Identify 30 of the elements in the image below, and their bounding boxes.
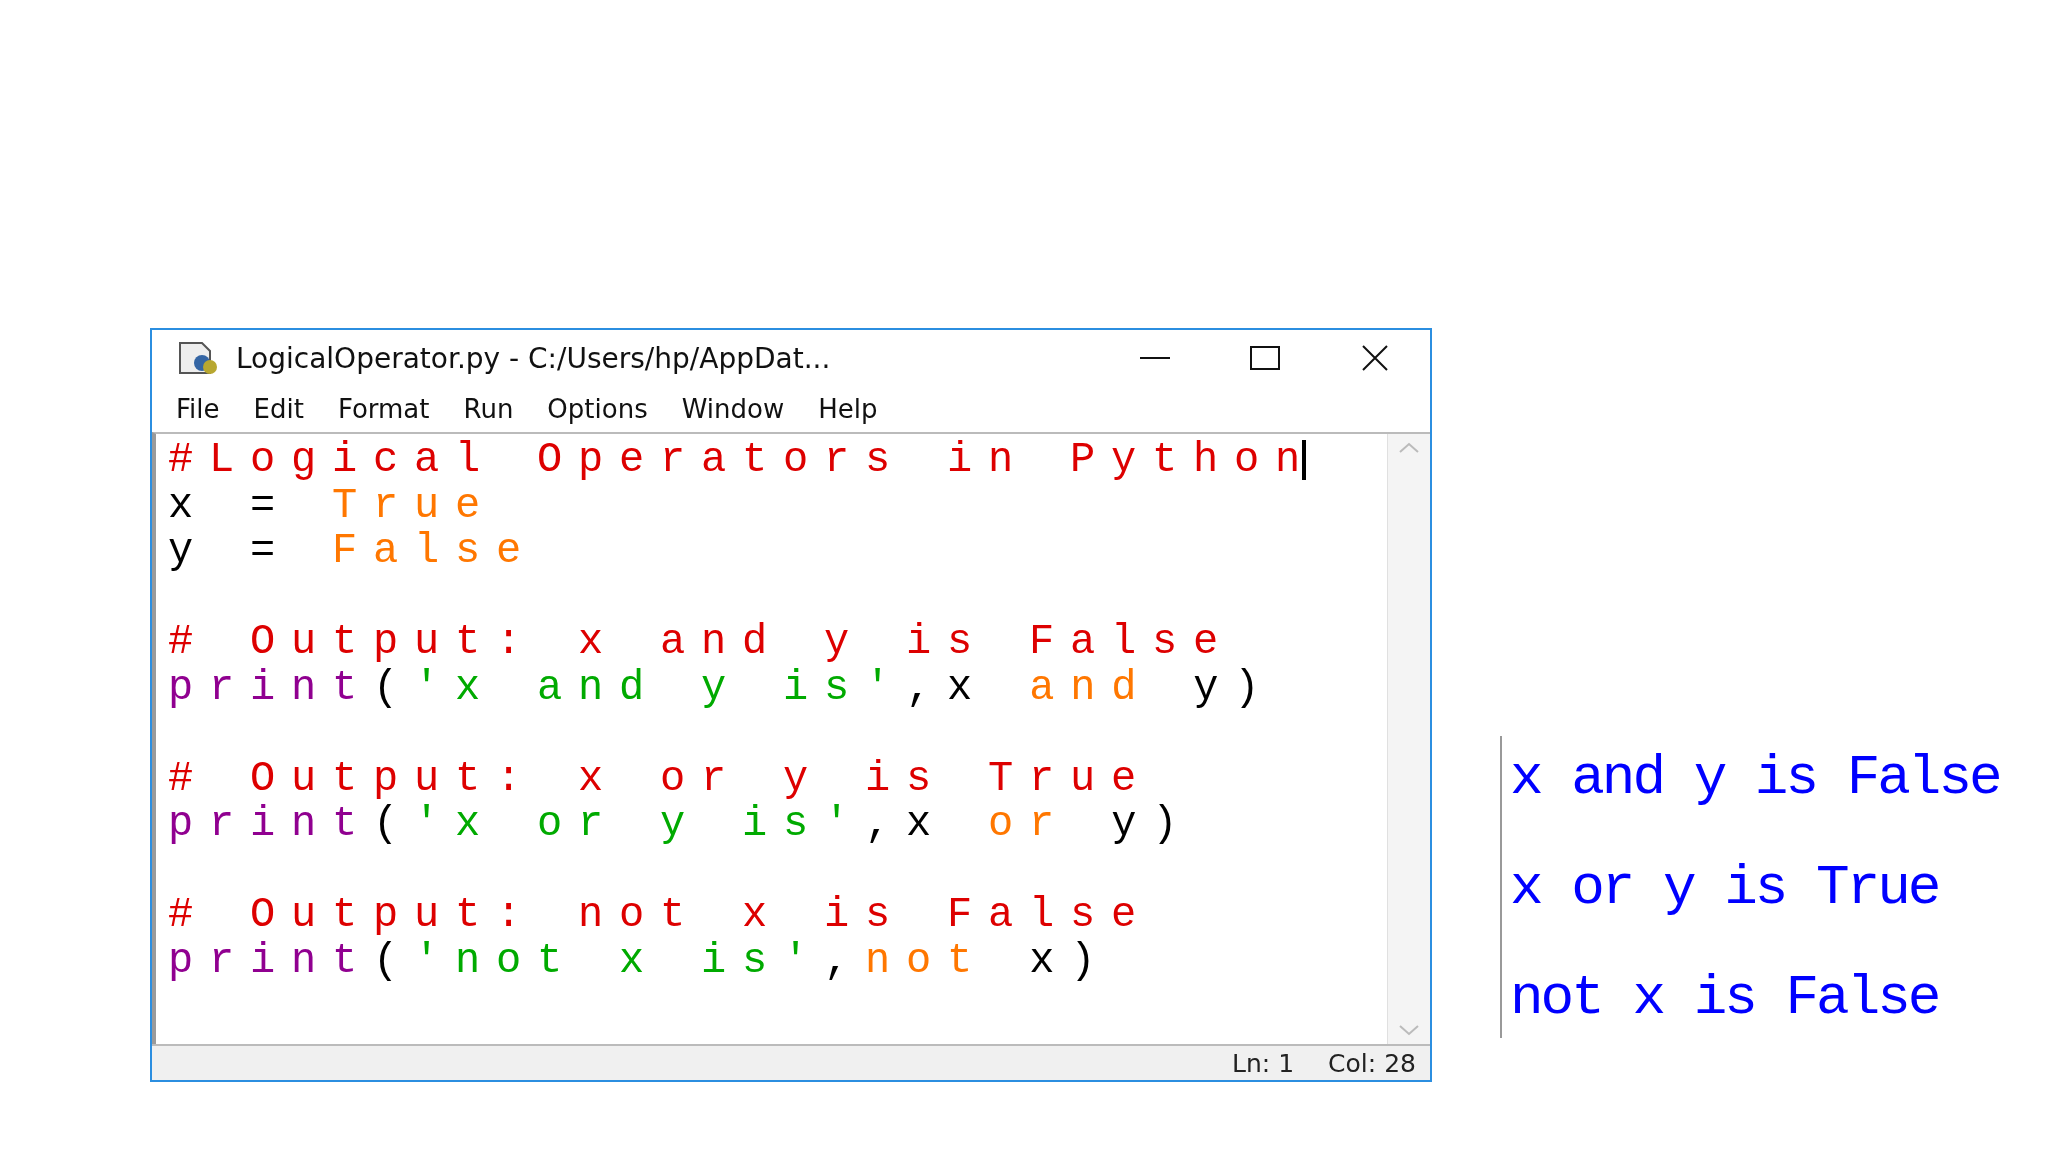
- code-line: # Output: not x is False: [168, 893, 1154, 939]
- output-line: x and y is False: [1510, 745, 2000, 812]
- scrollbar[interactable]: [1387, 434, 1430, 1044]
- python-file-icon: [176, 341, 220, 375]
- text-cursor: [1302, 439, 1307, 480]
- scroll-down-icon[interactable]: [1398, 1024, 1420, 1036]
- code-line: print('x and y is',x and y): [168, 665, 1277, 711]
- code-line: # Output: x and y is False: [168, 620, 1236, 666]
- minimize-icon: [1140, 356, 1170, 360]
- close-icon: [1361, 344, 1389, 372]
- menu-item[interactable]: Window: [669, 390, 797, 428]
- line-number: Ln: 1: [1232, 1048, 1295, 1078]
- menu-item[interactable]: Edit: [241, 390, 316, 428]
- code-line: print('x or y is',x or y): [168, 802, 1195, 848]
- code-line: # Output: x or y is True: [168, 756, 1154, 802]
- output-line: x or y is True: [1510, 855, 1940, 922]
- output-line: not x is False: [1510, 965, 1940, 1032]
- code-line: print('not x is',not x): [168, 938, 1113, 984]
- code-line: x = True: [168, 483, 498, 529]
- menu-item[interactable]: Format: [325, 390, 442, 428]
- menu-item[interactable]: Help: [806, 390, 890, 428]
- code-line: #Logical Operators in Python: [168, 438, 1318, 484]
- maximize-icon: [1250, 346, 1280, 370]
- code-line: y = False: [168, 529, 539, 575]
- menu-item[interactable]: Run: [451, 390, 526, 428]
- menu-item[interactable]: Options: [535, 390, 660, 428]
- menu-item[interactable]: File: [164, 390, 232, 428]
- window-title: LogicalOperator.py - C:/Users/hp/AppDat...: [236, 341, 832, 375]
- column-number: Col: 28: [1328, 1048, 1416, 1078]
- scroll-up-icon[interactable]: [1398, 442, 1420, 454]
